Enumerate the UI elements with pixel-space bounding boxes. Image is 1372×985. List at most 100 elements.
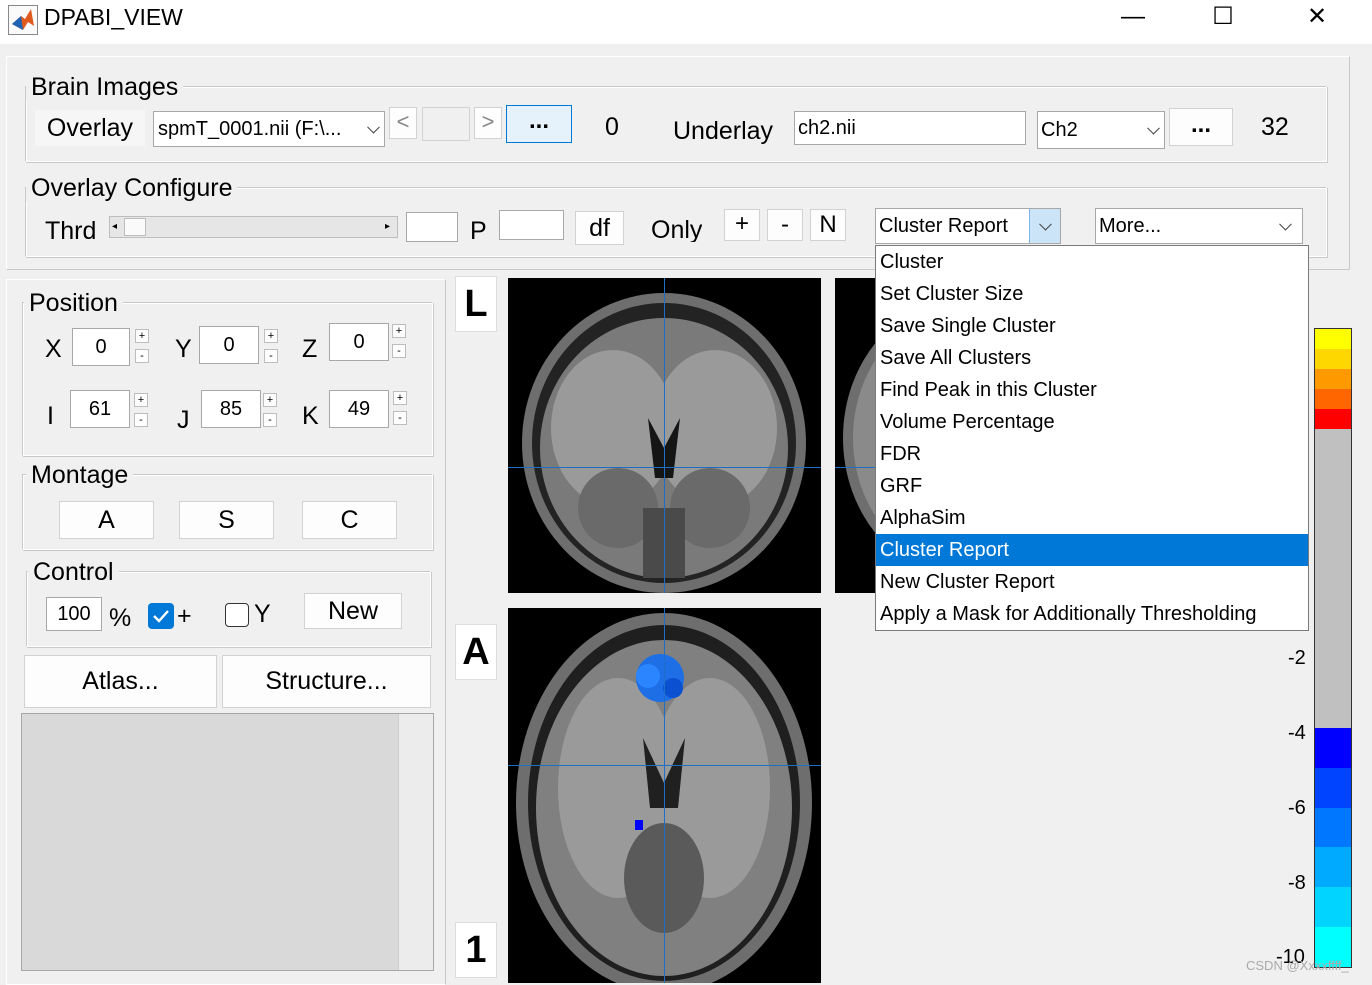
i-label: I (47, 402, 54, 430)
j-increment-button[interactable]: + (263, 393, 277, 407)
menu-item[interactable]: New Cluster Report (876, 566, 1308, 598)
colorbar-segment (1315, 388, 1351, 409)
matlab-logo-icon (8, 5, 38, 35)
y-increment-button[interactable]: + (264, 329, 278, 343)
j-field[interactable]: 85 (201, 390, 261, 428)
menu-item[interactable]: Volume Percentage (876, 406, 1308, 438)
overlay-index-field[interactable] (422, 107, 470, 141)
crosshair-horizontal (835, 467, 875, 468)
j-decrement-button[interactable]: - (263, 413, 277, 427)
underlay-count: 32 (1261, 113, 1289, 141)
k-decrement-button[interactable]: - (393, 411, 407, 425)
cluster-menu-select[interactable]: Cluster Report (875, 208, 1061, 244)
crosshair-horizontal (508, 765, 821, 766)
new-button[interactable]: New (304, 593, 402, 629)
menu-item[interactable]: Cluster (876, 246, 1308, 278)
info-listbox-scrollbar[interactable] (398, 714, 433, 970)
colorbar-segment (1315, 428, 1351, 728)
threshold-slider[interactable]: ◂ ▸ (109, 216, 398, 238)
overlay-file-select[interactable]: spmT_0001.nii (F:\... (153, 111, 385, 147)
montage-axial-button[interactable]: A (59, 501, 154, 539)
colorbar-segment (1315, 767, 1351, 808)
coronal-view[interactable] (508, 278, 821, 593)
z-label: Z (302, 335, 318, 363)
chevron-down-icon (1147, 121, 1160, 135)
atlas-button[interactable]: Atlas... (24, 655, 217, 708)
transparency-field[interactable]: 100 (46, 597, 102, 631)
view-label-middle: A (455, 624, 497, 680)
i-field[interactable]: 61 (70, 390, 130, 428)
thrd-label: Thrd (45, 217, 97, 243)
brain-images-title: Brain Images (26, 73, 184, 101)
chevron-down-icon (1039, 217, 1052, 231)
sagittal-view[interactable] (835, 278, 875, 593)
x-decrement-button[interactable]: - (135, 349, 149, 363)
slider-left-arrow-icon[interactable]: ◂ (112, 219, 122, 235)
x-label: X (45, 335, 62, 363)
crosshair-label: + (177, 602, 192, 630)
check-icon (153, 610, 169, 623)
overlay-browse-button[interactable]: ... (506, 105, 572, 143)
overlay-label[interactable]: Overlay (34, 109, 146, 147)
menu-item[interactable]: Cluster Report (876, 534, 1308, 566)
crosshair-checkbox[interactable] (148, 603, 174, 629)
menu-item[interactable]: Save All Clusters (876, 342, 1308, 374)
colorbar-segment (1315, 329, 1351, 349)
i-increment-button[interactable]: + (134, 393, 148, 407)
underlay-template-value: Ch2 (1041, 119, 1078, 141)
percent-label: % (109, 604, 132, 632)
x-increment-button[interactable]: + (135, 329, 149, 343)
df-button[interactable]: df (575, 211, 624, 245)
colorbar-segment (1315, 348, 1351, 369)
menu-item[interactable]: GRF (876, 470, 1308, 502)
underlay-file-field[interactable]: ch2.nii (794, 111, 1026, 145)
slider-thumb[interactable] (124, 218, 146, 236)
maximize-button[interactable]: ☐ (1193, 0, 1253, 36)
z-increment-button[interactable]: + (392, 324, 406, 338)
minus-button[interactable]: - (767, 209, 803, 241)
cluster-menu-list[interactable]: Cluster Set Cluster Size Save Single Clust… (875, 245, 1309, 631)
threshold-field[interactable] (406, 212, 458, 242)
crosshair-vertical (664, 278, 665, 593)
axial-view[interactable] (508, 608, 821, 983)
overlay-count: 0 (605, 113, 619, 141)
y-checkbox[interactable] (225, 603, 249, 627)
close-button[interactable]: ✕ (1287, 0, 1347, 36)
overlay-file-value: spmT_0001.nii (F:\... (158, 118, 342, 140)
minimize-button[interactable]: — (1103, 0, 1163, 36)
k-field[interactable]: 49 (329, 390, 389, 428)
menu-item[interactable]: FDR (876, 438, 1308, 470)
montage-coronal-button[interactable]: C (302, 501, 397, 539)
next-button[interactable]: > (474, 107, 502, 139)
menu-item[interactable]: Set Cluster Size (876, 278, 1308, 310)
menu-item[interactable]: Apply a Mask for Additionally Thresholdi… (876, 598, 1308, 630)
menu-item[interactable]: Find Peak in this Cluster (876, 374, 1308, 406)
i-decrement-button[interactable]: - (134, 413, 148, 427)
slider-right-arrow-icon[interactable]: ▸ (385, 219, 395, 235)
menu-item[interactable]: AlphaSim (876, 502, 1308, 534)
sagittal-brain-image (843, 343, 875, 533)
structure-button[interactable]: Structure... (222, 655, 431, 708)
underlay-template-select[interactable]: Ch2 (1037, 111, 1165, 149)
n-button[interactable]: N (810, 209, 846, 241)
plus-button[interactable]: + (724, 209, 760, 241)
prev-button[interactable]: < (389, 107, 417, 139)
y-field[interactable]: 0 (199, 326, 259, 364)
y-decrement-button[interactable]: - (264, 349, 278, 363)
z-decrement-button[interactable]: - (392, 344, 406, 358)
title-bar (0, 0, 1372, 44)
underlay-browse-button[interactable]: ... (1169, 108, 1233, 146)
cluster-menu-dropdown-toggle[interactable] (1029, 209, 1060, 243)
p-label: P (470, 217, 487, 245)
more-menu-select[interactable]: More... (1095, 208, 1303, 244)
z-field[interactable]: 0 (329, 323, 389, 361)
info-listbox[interactable] (21, 713, 434, 971)
x-field[interactable]: 0 (72, 328, 130, 366)
montage-sagittal-button[interactable]: S (179, 501, 274, 539)
only-label: Only (651, 216, 703, 242)
view-label-top: L (455, 276, 497, 332)
k-increment-button[interactable]: + (393, 391, 407, 405)
crosshair-vertical (664, 608, 665, 983)
p-value-field[interactable] (499, 210, 564, 240)
menu-item[interactable]: Save Single Cluster (876, 310, 1308, 342)
